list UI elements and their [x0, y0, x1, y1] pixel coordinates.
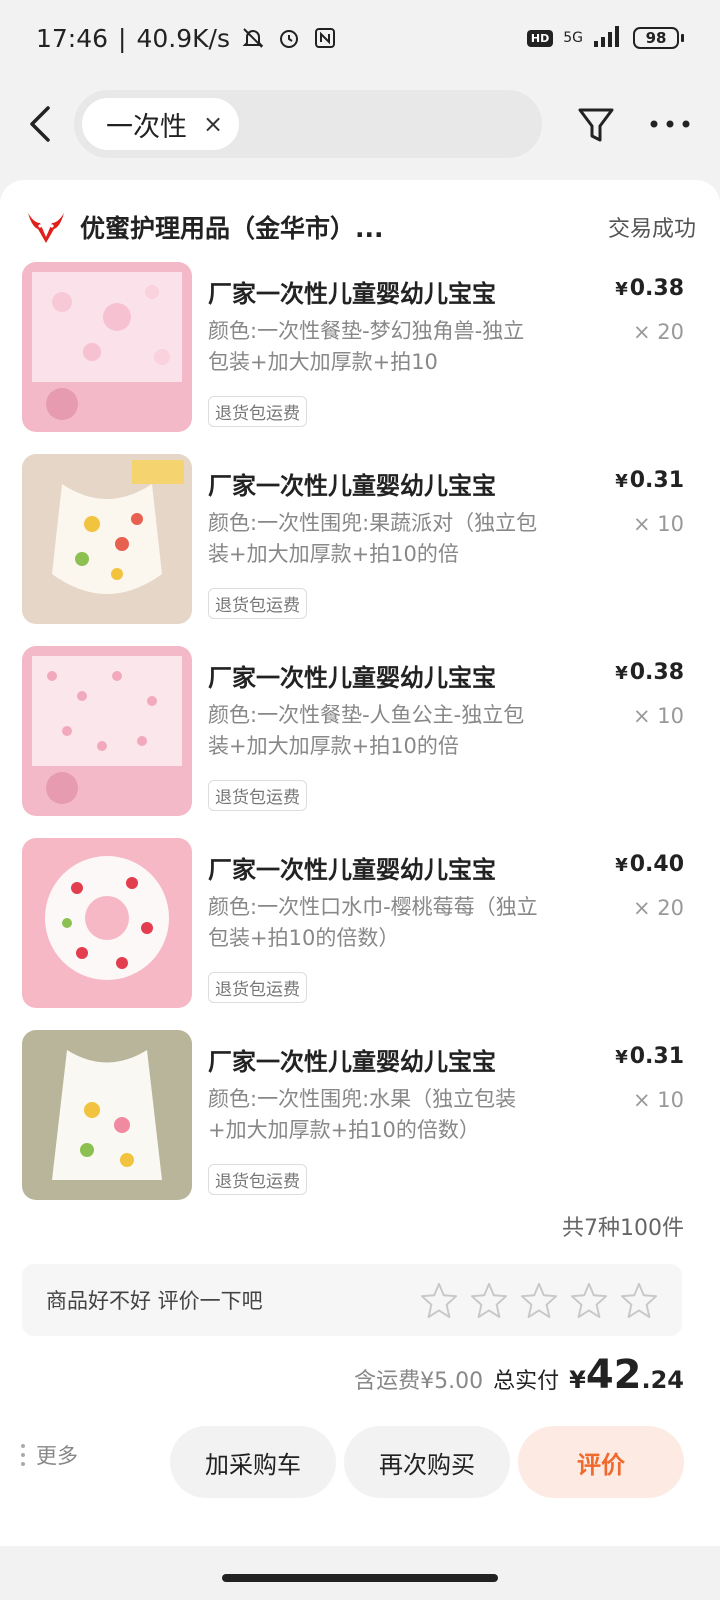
item-price: ¥0.38 [615, 660, 684, 685]
item-spec: 颜色:一次性餐垫-梦幻独角兽-独立包装+加大加厚款+拍10 [208, 319, 525, 374]
return-shipping-tag: 退货包运费 [208, 396, 307, 427]
return-shipping-tag: 退货包运费 [208, 1164, 307, 1195]
item-quantity: × 20 [633, 896, 684, 920]
action-bar: 更多 加采购车 再次购买 评价 [0, 1420, 720, 1500]
star-icon[interactable] [470, 1281, 508, 1319]
buy-again-button[interactable]: 再次购买 [344, 1426, 510, 1498]
return-shipping-tag: 退货包运费 [208, 972, 307, 1003]
back-icon[interactable] [22, 102, 62, 146]
item-spec: 颜色:一次性围兜:水果（独立包装+加大加厚款+拍10的倍数） [208, 1087, 517, 1142]
payment-summary: 含运费¥5.00 总实付 ¥42.24 [354, 1352, 684, 1398]
product-thumbnail[interactable] [22, 646, 192, 816]
total-currency: ¥ [569, 1366, 586, 1394]
status-bar: 17:46 | 40.9K/s HD 5G 98 [0, 0, 720, 76]
signal-icon [593, 25, 623, 51]
item-title: 厂家一次性儿童婴幼儿宝宝 [208, 1048, 496, 1076]
item-quantity: × 10 [633, 1088, 684, 1112]
item-quantity: × 10 [633, 512, 684, 536]
review-prompt-box: 商品好不好 评价一下吧 [22, 1264, 682, 1336]
total-decimal: .24 [641, 1366, 684, 1394]
item-title: 厂家一次性儿童婴幼儿宝宝 [208, 472, 496, 500]
item-title: 厂家一次性儿童婴幼儿宝宝 [208, 856, 496, 884]
rating-stars [420, 1281, 658, 1319]
price-value: 0.31 [629, 468, 684, 493]
review-prompt: 商品好不好 评价一下吧 [46, 1289, 263, 1313]
battery-level: 98 [633, 27, 679, 49]
shop-name[interactable]: 优蜜护理用品（金华市）... [80, 209, 384, 245]
product-thumbnail[interactable] [22, 454, 192, 624]
item-price: ¥0.40 [615, 852, 684, 877]
list-item[interactable]: 厂家一次性儿童婴幼儿宝宝 颜色:一次性围兜:果蔬派对（独立包装+加大加厚款+拍1… [0, 454, 720, 646]
product-thumbnail[interactable] [22, 1030, 192, 1200]
item-quantity: × 20 [633, 320, 684, 344]
item-quantity: × 10 [633, 704, 684, 728]
product-thumbnail[interactable] [22, 838, 192, 1008]
star-icon[interactable] [570, 1281, 608, 1319]
network-label: 5G [563, 30, 583, 46]
hd-badge: HD [526, 29, 554, 47]
battery-icon: 98 [633, 27, 684, 49]
item-spec: 颜色:一次性围兜:果蔬派对（独立包装+加大加厚款+拍10的倍 [208, 511, 538, 566]
item-price: ¥0.38 [615, 276, 684, 301]
nfc-icon [312, 25, 338, 51]
total-paid-label: 总实付 [493, 1369, 560, 1394]
list-item[interactable]: 厂家一次性儿童婴幼儿宝宝 颜色:一次性餐垫-梦幻独角兽-独立包装+加大加厚款+拍… [0, 262, 720, 454]
price-value: 0.40 [629, 852, 684, 877]
price-value: 0.31 [629, 1044, 684, 1069]
status-net-speed: 40.9K/s [136, 23, 230, 53]
item-title: 厂家一次性儿童婴幼儿宝宝 [208, 280, 496, 308]
total-item-count: 共7种100件 [562, 1216, 684, 1241]
status-time: 17:46 [36, 23, 109, 53]
price-currency: ¥ [615, 855, 628, 876]
status-left: 17:46 | 40.9K/s [36, 24, 338, 53]
item-price: ¥0.31 [615, 468, 684, 493]
list-item[interactable]: 厂家一次性儿童婴幼儿宝宝 颜色:一次性餐垫-人鱼公主-独立包装+加大加厚款+拍1… [0, 646, 720, 838]
item-spec: 颜色:一次性餐垫-人鱼公主-独立包装+加大加厚款+拍10的倍 [208, 703, 525, 758]
review-button[interactable]: 评价 [518, 1426, 684, 1498]
clear-chip-icon[interactable]: × [203, 110, 223, 138]
return-shipping-tag: 退货包运费 [208, 780, 307, 811]
star-icon[interactable] [620, 1281, 658, 1319]
vertical-dots-icon [21, 1444, 25, 1466]
price-currency: ¥ [615, 1047, 628, 1068]
shipping-fee: 含运费¥5.00 [354, 1369, 484, 1394]
item-title: 厂家一次性儿童婴幼儿宝宝 [208, 664, 496, 692]
shop-logo-icon [26, 209, 66, 245]
list-item[interactable]: 厂家一次性儿童婴幼儿宝宝 颜色:一次性围兜:水果（独立包装+加大加厚款+拍10的… [0, 1030, 720, 1222]
star-icon[interactable] [520, 1281, 558, 1319]
status-divider: | [118, 23, 127, 53]
search-chip[interactable]: 一次性 × [82, 98, 240, 150]
order-card: 优蜜护理用品（金华市）... 交易成功 厂家一次性儿童婴幼儿宝宝 颜色:一次性餐… [0, 180, 720, 1546]
more-options-icon[interactable] [648, 108, 692, 140]
search-header: 一次性 × [0, 84, 720, 164]
product-thumbnail[interactable] [22, 262, 192, 432]
price-currency: ¥ [615, 471, 628, 492]
price-currency: ¥ [615, 279, 628, 300]
search-chip-label: 一次性 [106, 111, 187, 143]
price-value: 0.38 [629, 660, 684, 685]
status-right: HD 5G 98 [526, 25, 684, 51]
item-price: ¥0.31 [615, 1044, 684, 1069]
item-list: 厂家一次性儿童婴幼儿宝宝 颜色:一次性餐垫-梦幻独角兽-独立包装+加大加厚款+拍… [0, 262, 720, 1222]
filter-icon[interactable] [576, 102, 616, 146]
shop-header[interactable]: 优蜜护理用品（金华市）... 交易成功 [26, 202, 696, 252]
total-paid-amount: ¥42.24 [569, 1352, 684, 1398]
price-currency: ¥ [615, 663, 628, 684]
search-input[interactable]: 一次性 × [74, 90, 542, 158]
mute-bell-icon [240, 25, 266, 51]
more-label: 更多 [36, 1444, 78, 1468]
order-status: 交易成功 [607, 217, 696, 242]
item-spec: 颜色:一次性口水巾-樱桃莓莓（独立包装+拍10的倍数） [208, 895, 538, 950]
add-to-cart-button[interactable]: 加采购车 [170, 1426, 336, 1498]
more-button[interactable]: 更多 [20, 1440, 78, 1470]
total-integer: 42 [585, 1352, 642, 1398]
star-icon[interactable] [420, 1281, 458, 1319]
home-indicator[interactable] [222, 1574, 498, 1582]
alarm-icon [276, 25, 302, 51]
list-item[interactable]: 厂家一次性儿童婴幼儿宝宝 颜色:一次性口水巾-樱桃莓莓（独立包装+拍10的倍数）… [0, 838, 720, 1030]
return-shipping-tag: 退货包运费 [208, 588, 307, 619]
price-value: 0.38 [629, 276, 684, 301]
